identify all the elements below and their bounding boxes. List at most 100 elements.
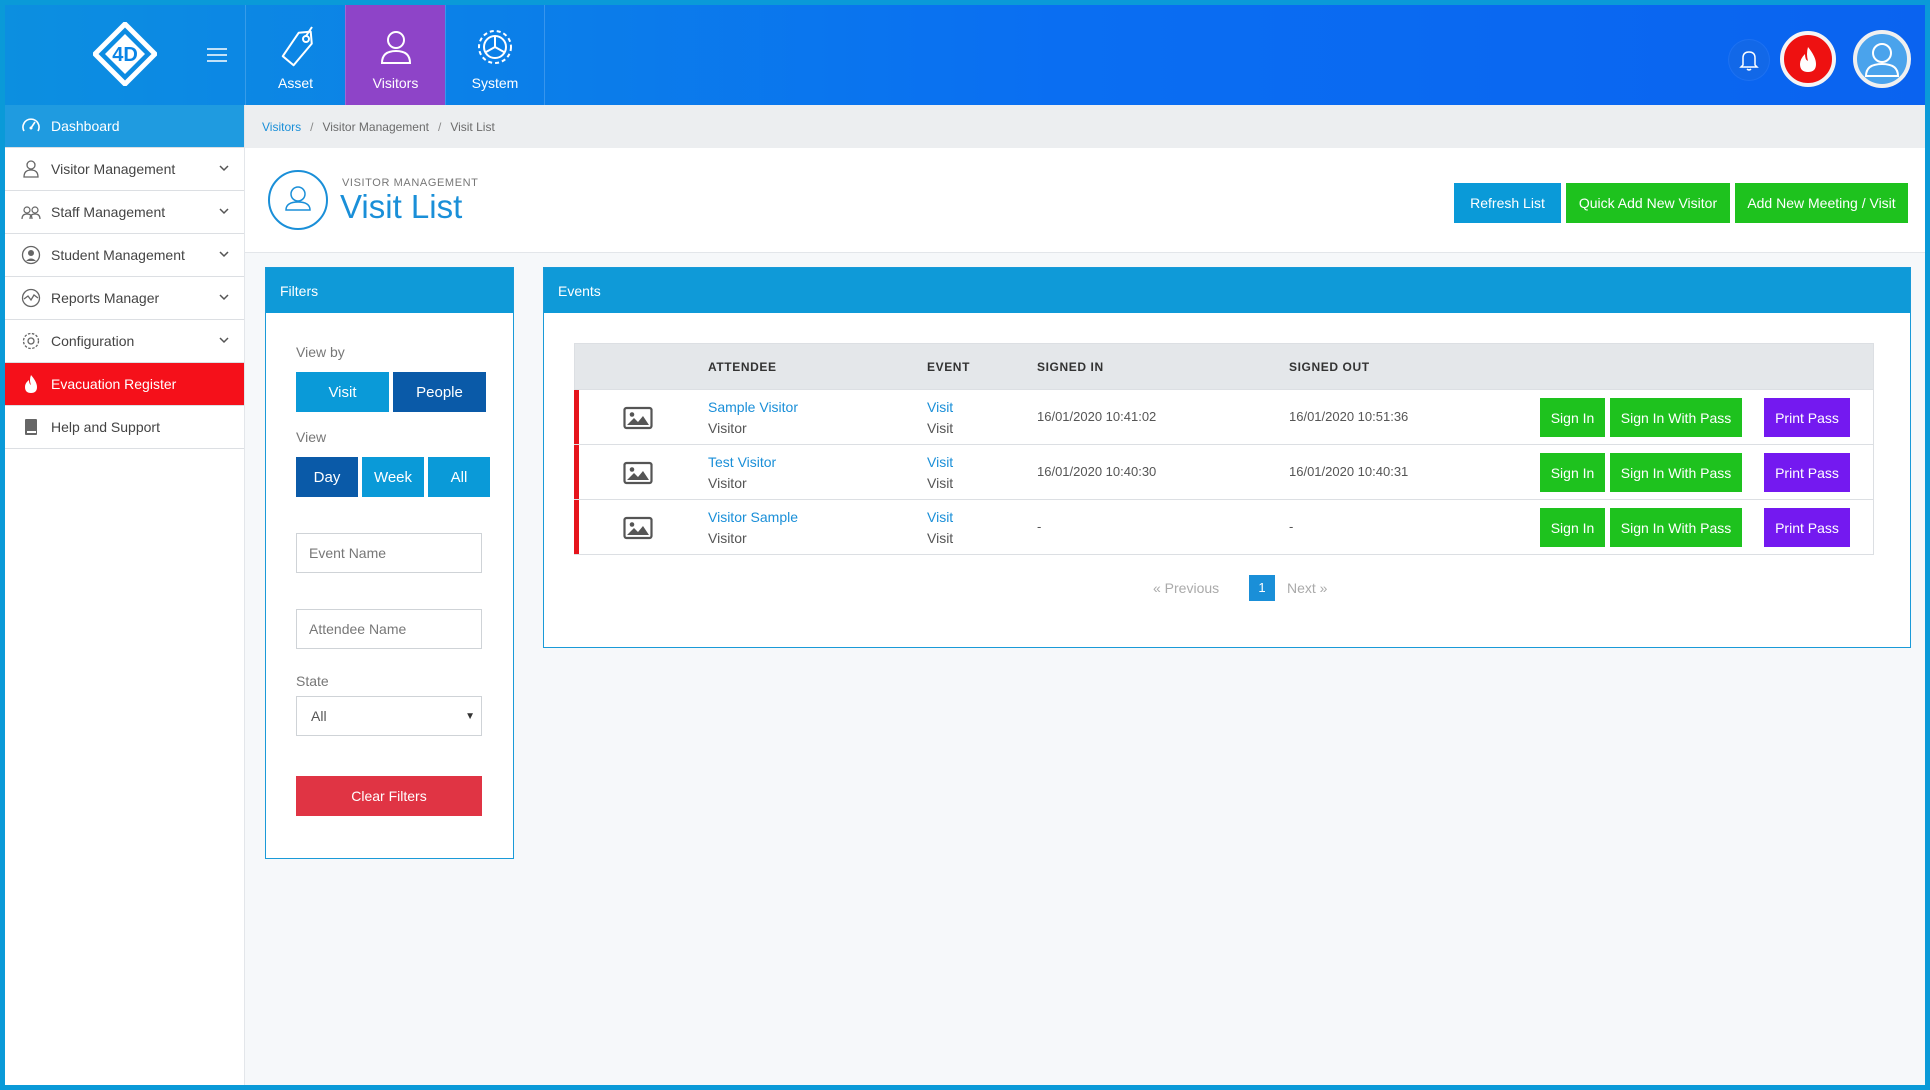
event-type: Visit xyxy=(927,420,954,436)
sign-in-button[interactable]: Sign In xyxy=(1540,508,1605,547)
sidebar-item-label: Student Management xyxy=(51,247,185,263)
page-1-button[interactable]: 1 xyxy=(1249,575,1275,601)
event-name-input[interactable] xyxy=(296,533,482,573)
attendee-type: Visitor xyxy=(708,530,747,546)
signed-in-time: 16/01/2020 10:40:30 xyxy=(1037,464,1157,479)
chevron-down-icon xyxy=(219,294,229,301)
view-week-button[interactable]: Week xyxy=(362,457,424,497)
print-pass-button[interactable]: Print Pass xyxy=(1764,508,1850,547)
view-by-visit-button[interactable]: Visit xyxy=(296,372,389,412)
col-event: EVENT xyxy=(927,360,971,374)
page-user-icon xyxy=(268,170,328,230)
col-signed-out: SIGNED OUT xyxy=(1289,360,1370,374)
previous-page-link[interactable]: « Previous xyxy=(1153,580,1219,596)
sign-in-with-pass-button[interactable]: Sign In With Pass xyxy=(1610,453,1742,492)
signed-out-time: - xyxy=(1289,519,1294,534)
quick-add-visitor-button[interactable]: Quick Add New Visitor xyxy=(1566,183,1730,223)
table-row: Visitor Sample Visitor Visit Visit - - S… xyxy=(574,499,1873,554)
user-icon xyxy=(380,31,411,64)
users-icon xyxy=(21,206,41,220)
avatar-icon xyxy=(1864,43,1900,77)
attendee-name-input[interactable] xyxy=(296,609,482,649)
image-placeholder-icon xyxy=(623,406,653,430)
clear-filters-button[interactable]: Clear Filters xyxy=(296,776,482,816)
attendee-type: Visitor xyxy=(708,475,747,491)
sidebar-item-label: Evacuation Register xyxy=(51,376,177,392)
chevron-down-icon xyxy=(219,165,229,172)
signed-out-time: 16/01/2020 10:51:36 xyxy=(1289,409,1409,424)
sign-in-button[interactable]: Sign In xyxy=(1540,398,1605,437)
student-icon xyxy=(21,245,41,265)
breadcrumb-visitor-management[interactable]: Visitor Management xyxy=(322,120,429,134)
breadcrumb-visitors[interactable]: Visitors xyxy=(262,120,301,134)
sidebar-item-dashboard[interactable]: Dashboard xyxy=(5,105,244,148)
sidebar-item-configuration[interactable]: Configuration xyxy=(5,320,244,363)
sidebar-item-reports-manager[interactable]: Reports Manager xyxy=(5,277,244,320)
sidebar-item-staff-management[interactable]: Staff Management xyxy=(5,191,244,234)
user-avatar-button[interactable] xyxy=(1853,30,1911,88)
signed-in-time: - xyxy=(1037,519,1042,534)
flame-icon xyxy=(25,375,37,393)
module-visitors[interactable]: Visitors xyxy=(345,5,445,105)
top-header: 4D Asset Visitors System xyxy=(5,5,1925,105)
menu-toggle-icon[interactable] xyxy=(207,48,227,64)
state-select-value: All xyxy=(311,708,327,724)
image-placeholder-icon xyxy=(623,516,653,540)
print-pass-button[interactable]: Print Pass xyxy=(1764,398,1850,437)
sidebar-item-label: Configuration xyxy=(51,333,135,349)
notifications-button[interactable] xyxy=(1729,40,1769,80)
col-attendee: ATTENDEE xyxy=(708,360,777,374)
flame-icon xyxy=(1800,47,1816,72)
events-table: ATTENDEE EVENT SIGNED IN SIGNED OUT Samp… xyxy=(574,343,1874,555)
events-title: Events xyxy=(544,268,1910,313)
module-system-label: System xyxy=(471,75,519,91)
module-asset[interactable]: Asset xyxy=(245,5,345,105)
state-select[interactable]: All ▼ xyxy=(296,696,482,736)
brand: 4D xyxy=(5,5,245,105)
attendee-name-link[interactable]: Sample Visitor xyxy=(708,399,798,415)
sidebar-item-evacuation-register[interactable]: Evacuation Register xyxy=(5,363,244,406)
sign-in-with-pass-button[interactable]: Sign In With Pass xyxy=(1610,508,1742,547)
module-visitors-label: Visitors xyxy=(372,75,419,91)
event-name-link[interactable]: Visit xyxy=(927,454,953,470)
add-meeting-button[interactable]: Add New Meeting / Visit xyxy=(1735,183,1908,223)
sign-in-button[interactable]: Sign In xyxy=(1540,453,1605,492)
col-signed-in: SIGNED IN xyxy=(1037,360,1104,374)
attendee-name-link[interactable]: Visitor Sample xyxy=(708,509,798,525)
chevron-down-icon xyxy=(219,337,229,344)
sidebar-item-help-and-support[interactable]: Help and Support xyxy=(5,406,244,449)
attendee-type: Visitor xyxy=(708,420,747,436)
evacuation-alert-button[interactable] xyxy=(1780,31,1836,87)
signed-out-time: 16/01/2020 10:40:31 xyxy=(1289,464,1409,479)
module-system[interactable]: System xyxy=(445,5,545,105)
next-page-link[interactable]: Next » xyxy=(1287,580,1327,596)
app-window: 4D Asset Visitors System Dashboard Visit… xyxy=(5,5,1925,1085)
view-by-label: View by xyxy=(296,344,345,360)
view-label: View xyxy=(296,429,327,445)
table-row: Test Visitor Visitor Visit Visit 16/01/2… xyxy=(574,444,1873,499)
logo-icon[interactable]: 4D xyxy=(93,22,157,86)
gear-icon xyxy=(22,332,40,350)
chart-icon xyxy=(21,288,41,308)
sidebar-item-visitor-management[interactable]: Visitor Management xyxy=(5,148,244,191)
sign-in-with-pass-button[interactable]: Sign In With Pass xyxy=(1610,398,1742,437)
table-header: ATTENDEE EVENT SIGNED IN SIGNED OUT xyxy=(575,344,1873,389)
sidebar-item-student-management[interactable]: Student Management xyxy=(5,234,244,277)
event-name-link[interactable]: Visit xyxy=(927,399,953,415)
attendee-name-link[interactable]: Test Visitor xyxy=(708,454,776,470)
breadcrumb: Visitors / Visitor Management / Visit Li… xyxy=(245,105,1925,148)
events-panel: Events ATTENDEE EVENT SIGNED IN SIGNED O… xyxy=(543,267,1911,648)
view-day-button[interactable]: Day xyxy=(296,457,358,497)
bell-icon xyxy=(1739,51,1759,71)
view-all-button[interactable]: All xyxy=(428,457,490,497)
view-by-people-button[interactable]: People xyxy=(393,372,486,412)
filters-title: Filters xyxy=(266,268,513,313)
refresh-list-button[interactable]: Refresh List xyxy=(1454,183,1561,223)
tag-icon xyxy=(281,26,313,67)
event-name-link[interactable]: Visit xyxy=(927,509,953,525)
sidebar: Dashboard Visitor Management Staff Manag… xyxy=(5,105,245,1085)
sidebar-item-label: Reports Manager xyxy=(51,290,160,306)
image-placeholder-icon xyxy=(623,461,653,485)
print-pass-button[interactable]: Print Pass xyxy=(1764,453,1850,492)
caret-down-icon: ▼ xyxy=(465,711,475,722)
